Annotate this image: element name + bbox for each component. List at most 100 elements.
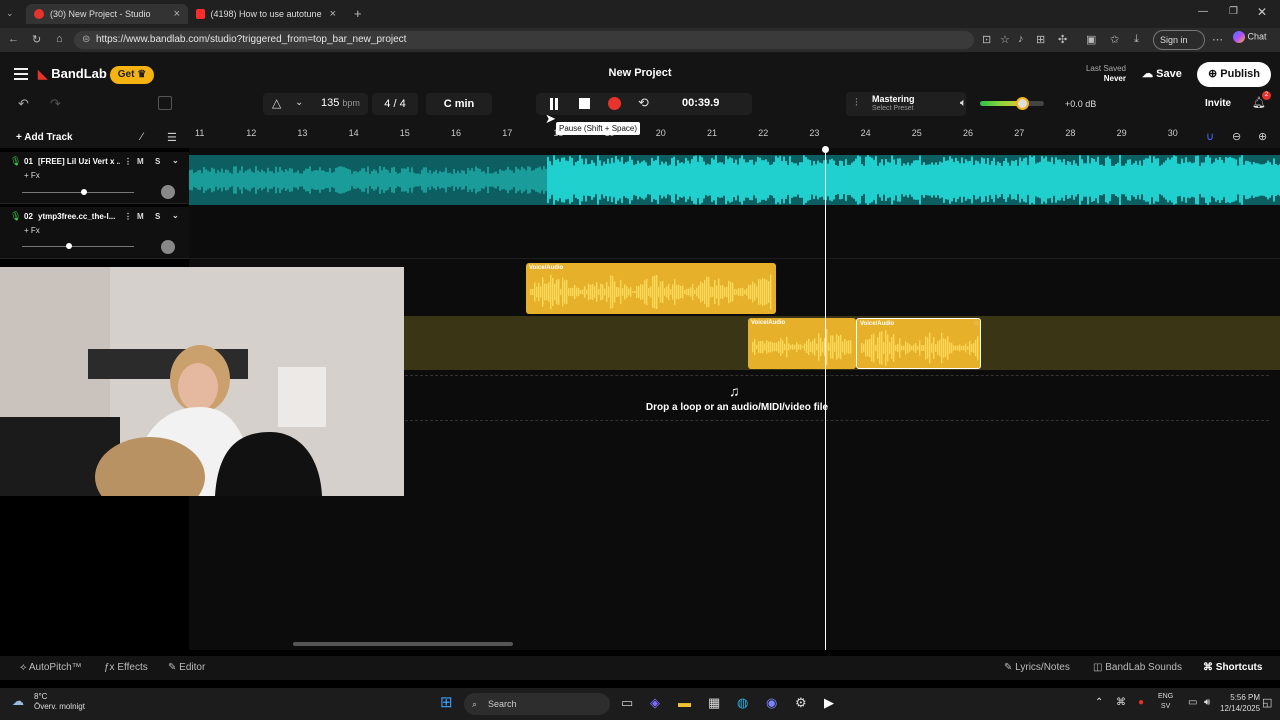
close-window-icon[interactable]: ✕	[1257, 5, 1267, 19]
track1-clip-waveform[interactable]	[189, 155, 1280, 205]
back-icon[interactable]: ←	[8, 33, 19, 45]
stop-icon[interactable]	[579, 98, 590, 109]
minimize-icon[interactable]: —	[1198, 6, 1208, 17]
speaker-mute-icon[interactable]: 🔈︎	[960, 97, 967, 110]
track-volume-knob[interactable]	[66, 243, 73, 249]
site-info-icon[interactable]: ⊜	[82, 31, 90, 49]
windows-start-icon[interactable]: ⊞	[440, 693, 453, 711]
tab-youtube[interactable]: (4198) How to use autotune in ba ×	[188, 4, 344, 24]
track-settings-icon[interactable]: ☰	[167, 131, 177, 144]
solo-button[interactable]: S	[155, 157, 160, 166]
store-icon[interactable]: ▦	[708, 695, 720, 711]
weather-widget[interactable]: 8°C Överv. molnigt	[34, 692, 85, 712]
maximize-icon[interactable]: ❐	[1229, 6, 1238, 17]
mute-button[interactable]: M	[137, 157, 144, 166]
mute-button[interactable]: M	[137, 212, 144, 221]
chat-button[interactable]: Chat	[1233, 31, 1267, 43]
task-view-icon[interactable]: ▭	[621, 695, 633, 711]
invite-button[interactable]: Invite	[1205, 98, 1231, 109]
new-tab-icon[interactable]: +	[354, 6, 362, 21]
loop-icon[interactable]: ⟲	[638, 95, 649, 111]
download-icon[interactable]: ⤓	[1134, 33, 1139, 46]
effects-button[interactable]: ƒx Effects	[104, 662, 148, 673]
horizontal-scrollbar[interactable]	[293, 642, 513, 646]
mixer-panel-icon[interactable]	[158, 96, 172, 110]
volume-icon[interactable]: 🔊︎	[1204, 697, 1210, 708]
tab-close-icon[interactable]: ×	[330, 8, 336, 20]
discord-icon[interactable]: ◉	[766, 695, 777, 711]
taskbar-search[interactable]: ⌕ Search	[464, 693, 610, 715]
get-membership-button[interactable]: Get ♛	[110, 66, 154, 84]
pan-knob[interactable]	[161, 185, 175, 199]
more-icon[interactable]: ⋮	[124, 157, 132, 166]
network-icon[interactable]: ⌘	[1116, 697, 1126, 708]
mic-active-icon[interactable]: ●	[1138, 697, 1144, 708]
home-icon[interactable]: ⌂	[56, 33, 63, 45]
add-fx-button[interactable]: + Fx	[24, 171, 40, 180]
chevron-down-icon[interactable]: ⌄	[295, 97, 303, 108]
display-icon[interactable]: ▭	[1188, 697, 1197, 708]
pause-icon[interactable]	[548, 98, 560, 110]
track-volume-slider[interactable]	[22, 246, 134, 247]
url-field[interactable]: ⊜ https://www.bandlab.com/studio?trigger…	[74, 31, 974, 49]
reload-icon[interactable]: ↻	[32, 33, 41, 46]
more-menu-icon[interactable]: ⋯	[1212, 33, 1223, 46]
editor-button[interactable]: ✎ Editor	[168, 662, 205, 673]
reader-icon[interactable]: ⊡	[982, 33, 991, 46]
master-volume-slider[interactable]	[980, 101, 1044, 106]
extension-icon[interactable]: ⊞	[1036, 33, 1045, 46]
add-track-button[interactable]: + Add Track	[16, 132, 73, 143]
tab-new-project[interactable]: (30) New Project - Studio ×	[26, 4, 188, 24]
redo-icon[interactable]: ↷	[50, 96, 61, 112]
publish-button[interactable]: ⊕ Publish	[1197, 62, 1271, 87]
master-volume-knob[interactable]	[1016, 97, 1029, 110]
collections-icon[interactable]: ▣	[1086, 33, 1096, 46]
magnet-icon[interactable]: ∪	[1206, 130, 1214, 143]
zoom-out-icon[interactable]: ⊖	[1232, 130, 1241, 143]
language-indicator[interactable]: ENG SV	[1158, 692, 1173, 712]
save-button[interactable]: ☁ Save	[1134, 64, 1190, 84]
media-player-icon[interactable]: ▶	[824, 695, 834, 711]
bandlab-sounds-button[interactable]: ◫ BandLab Sounds	[1093, 662, 1182, 673]
tab-close-icon[interactable]: ×	[174, 8, 180, 20]
file-explorer-icon[interactable]: ▬	[678, 695, 691, 710]
track-name[interactable]: ytmp3free.cc_the-l...	[38, 212, 120, 221]
pan-knob[interactable]	[161, 240, 175, 254]
bpm-value[interactable]: 135 bpm	[321, 97, 360, 109]
key-signature[interactable]: C min	[426, 93, 492, 115]
more-icon[interactable]: ⋮	[124, 212, 132, 221]
edge-icon[interactable]: ◍	[737, 695, 748, 711]
track-name[interactable]: [FREE] Lil Uzi Vert x ...	[38, 157, 120, 166]
loop-handle-icon[interactable]: ◌	[974, 320, 978, 327]
playhead[interactable]	[825, 148, 826, 650]
zoom-in-icon[interactable]: ⊕	[1258, 130, 1267, 143]
notification-center-icon[interactable]: ◱	[1262, 696, 1272, 709]
chevron-up-icon[interactable]: ⌃	[1095, 697, 1103, 708]
drop-zone[interactable]	[405, 375, 1269, 421]
track-volume-knob[interactable]	[80, 189, 87, 195]
vocal-clip[interactable]: Voice/Audio	[526, 263, 776, 314]
vocal-clip[interactable]: Voice/Audio	[748, 318, 856, 369]
shortcuts-button[interactable]: ⌘ Shortcuts	[1203, 662, 1262, 673]
wand-icon[interactable]: ⁄	[141, 131, 143, 143]
favorites-bar-icon[interactable]: ✩	[1110, 33, 1119, 46]
puzzle-icon[interactable]: ✣	[1058, 33, 1067, 46]
record-icon[interactable]	[608, 97, 621, 110]
weather-icon[interactable]: ☁	[12, 694, 24, 708]
tab-list-icon[interactable]: ⌄	[6, 8, 14, 19]
clock[interactable]: 5:56 PM 12/14/2025	[1220, 692, 1260, 714]
track-volume-slider[interactable]	[22, 192, 134, 193]
undo-icon[interactable]: ↶	[18, 96, 29, 112]
chevron-down-icon[interactable]: ⌄	[172, 156, 179, 165]
solo-button[interactable]: S	[155, 212, 160, 221]
time-signature[interactable]: 4 / 4	[372, 93, 418, 115]
vocal-clip-selected[interactable]: Voice/Audio ◌	[856, 318, 981, 369]
signin-button[interactable]: Sign in	[1153, 30, 1205, 50]
settings-icon[interactable]: ⚙	[795, 695, 807, 711]
metronome-icon[interactable]: △	[272, 96, 281, 110]
project-title[interactable]: New Project	[540, 67, 740, 79]
playhead-handle[interactable]	[822, 146, 829, 153]
menu-icon[interactable]	[14, 68, 28, 80]
add-fx-button[interactable]: + Fx	[24, 226, 40, 235]
copilot-icon[interactable]: ◈	[650, 695, 660, 711]
